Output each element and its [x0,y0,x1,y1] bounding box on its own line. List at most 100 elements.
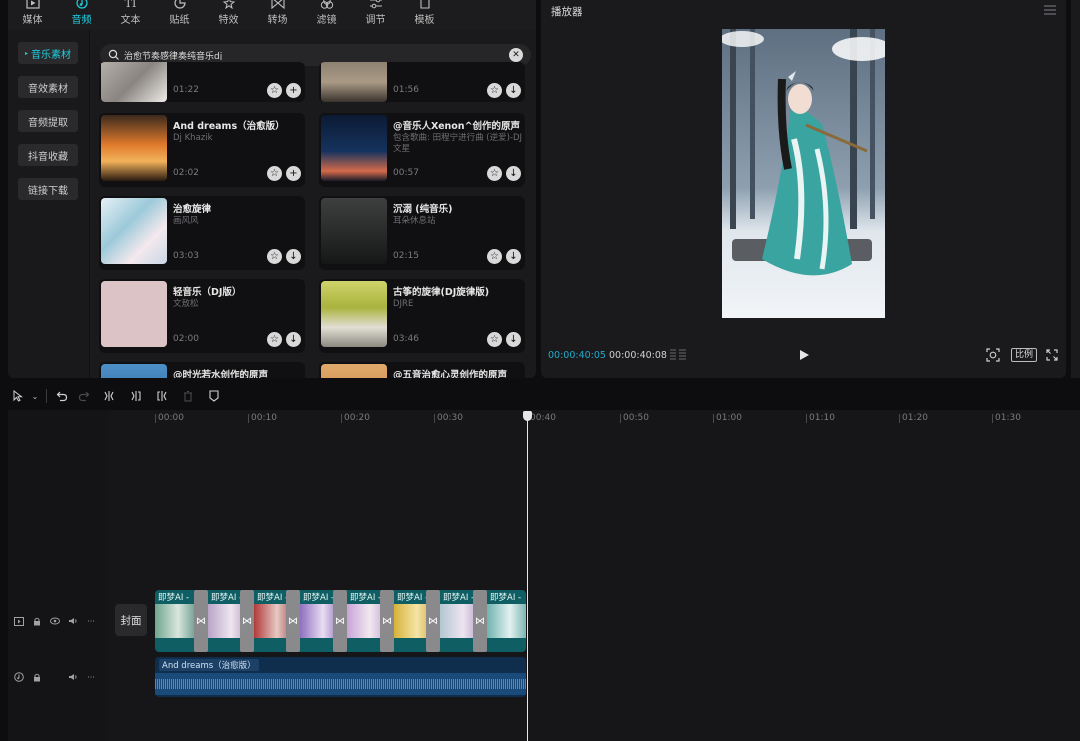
sidebar-item-sound-effects[interactable]: 音效素材 [18,76,78,98]
music-card[interactable]: 古筝的旋律(DJ旋律版) DJRE 03:46 ☆ ↓ [319,279,525,353]
music-card[interactable]: 01:22 ☆ + [99,62,305,102]
sidebar-item-music[interactable]: ▸ 音乐素材 [18,42,78,64]
favorite-icon[interactable]: ☆ [267,166,282,181]
clear-search-icon[interactable]: ✕ [509,48,523,62]
total-time: 00:00:40:08 [609,350,667,361]
music-card[interactable]: @时光若水创作的原声 [99,362,305,378]
transition-icon[interactable]: ⋈ [426,590,440,652]
sidebar-item-douyin-favorites[interactable]: 抖音收藏 [18,144,78,166]
tab-filter[interactable]: 滤镜 [302,0,351,30]
favorite-icon[interactable]: ☆ [267,249,282,264]
fit-screen-icon[interactable] [986,348,1000,362]
tab-sticker[interactable]: 贴纸 [155,0,204,30]
more-icon[interactable]: ··· [86,616,96,626]
timeline-panel[interactable]: 00:00 00:10 00:20 00:30 00:40 00:50 01:0… [8,410,1080,741]
favorite-icon[interactable]: ☆ [267,332,282,347]
music-card[interactable]: And dreams（治愈版） Dj Khazik 02:02 ☆ + [99,113,305,187]
undo-icon[interactable] [51,384,73,408]
clip-frames [487,604,526,638]
transition-icon[interactable]: ⋈ [194,590,208,652]
transition-icon[interactable]: ⋈ [333,590,347,652]
marker-icon[interactable] [201,384,227,408]
tab-label: 媒体 [22,15,43,26]
more-icon[interactable]: ··· [86,672,96,682]
audio-track[interactable]: And dreams（治愈版） [155,657,526,697]
favorite-icon[interactable]: ☆ [487,332,502,347]
redo-icon[interactable] [73,384,95,408]
download-icon[interactable]: ↓ [286,249,301,264]
sidebar-item-label: 音频提取 [28,117,68,129]
time-ruler[interactable]: 00:00 00:10 00:20 00:30 00:40 00:50 01:0… [155,410,1080,426]
music-card[interactable]: 治愈旋律 画风风 03:03 ☆ ↓ [99,196,305,270]
volume-icon[interactable] [68,616,78,626]
add-icon[interactable]: + [286,83,301,98]
search-input[interactable] [124,50,509,60]
tab-text[interactable]: TI 文本 [106,0,155,30]
tab-adjust[interactable]: 调节 [351,0,400,30]
music-title: And dreams（治愈版） [173,121,285,132]
menu-icon[interactable] [1044,5,1056,15]
music-thumbnail [101,198,167,264]
tab-media[interactable]: 媒体 [8,0,57,30]
sticker-icon [172,0,188,9]
sidebar-item-audio-extract[interactable]: 音频提取 [18,110,78,132]
chevron-down-icon[interactable]: ⌄ [28,384,42,408]
download-icon[interactable]: ↓ [506,332,521,347]
track-header-column [8,410,108,741]
music-title: @五音治愈心灵创作的原声 [393,370,508,378]
music-thumbnail [321,115,387,181]
video-track[interactable]: 即梦AI - ⋈ 即梦AI - ⋈ 即梦AI - ⋈ 即梦AI - ⋈ 即梦AI… [155,590,526,652]
video-preview[interactable] [722,29,885,318]
download-icon[interactable]: ↓ [506,166,521,181]
tick-label: 00:50 [623,413,649,423]
clip-label: 即梦AI - [443,593,475,603]
music-card[interactable]: 沉溺 (纯音乐) 耳朵休息站 02:15 ☆ ↓ [319,196,525,270]
cover-button[interactable]: 封面 [115,604,147,636]
music-card[interactable]: @五音治愈心灵创作的原声 [319,362,525,378]
playhead[interactable] [527,411,528,741]
video-clip[interactable]: 即梦AI - [487,590,526,652]
tab-effects[interactable]: 特效 [204,0,253,30]
playhead-handle[interactable] [523,411,532,421]
tab-transition[interactable]: 转场 [253,0,302,30]
music-artist: 画风风 [173,216,199,226]
sidebar-item-label: 音效素材 [28,83,68,95]
player-panel: 播放器 00:00:40:05 00:00:40:08 比例 [541,0,1066,378]
favorite-icon[interactable]: ☆ [267,83,282,98]
favorite-icon[interactable]: ☆ [487,166,502,181]
split-left-icon[interactable] [123,384,149,408]
select-tool-icon[interactable] [8,384,28,408]
transition-icon[interactable]: ⋈ [240,590,254,652]
lock-icon[interactable] [32,616,42,626]
play-icon[interactable] [797,348,811,362]
music-card[interactable]: @音乐人Xenon^创作的原声 包含歌曲: 田程宁进行曲 (逆爱)-DJ文星 0… [319,113,525,187]
music-duration: 01:22 [173,85,199,95]
timecode-grid-icon[interactable] [669,348,687,362]
transition-icon[interactable]: ⋈ [286,590,300,652]
audio-library-panel: ▸ 音乐素材 音效素材 音频提取 抖音收藏 链接下载 ✕ 01:22 ☆ + 0… [8,30,536,378]
fullscreen-icon[interactable] [1046,349,1058,361]
volume-icon[interactable] [68,672,78,682]
split-icon[interactable] [95,384,123,408]
split-right-icon[interactable] [149,384,175,408]
download-icon[interactable]: ↓ [506,249,521,264]
delete-icon[interactable] [175,384,201,408]
tab-audio[interactable]: 音频 [57,0,106,30]
favorite-icon[interactable]: ☆ [487,83,502,98]
toolbar-divider [46,389,47,403]
lock-icon[interactable] [32,672,42,682]
sidebar-item-link-download[interactable]: 链接下载 [18,178,78,200]
music-card[interactable]: 01:56 ☆ ↓ [319,62,525,102]
tick [620,414,621,423]
transition-icon[interactable]: ⋈ [380,590,394,652]
download-icon[interactable]: ↓ [286,332,301,347]
download-icon[interactable]: ↓ [506,83,521,98]
transition-icon[interactable]: ⋈ [473,590,487,652]
eye-icon[interactable] [50,616,60,626]
music-title: 轻音乐（DJ版） [173,287,242,298]
tab-template[interactable]: 模板 [400,0,449,30]
add-icon[interactable]: + [286,166,301,181]
favorite-icon[interactable]: ☆ [487,249,502,264]
music-card[interactable]: 轻音乐（DJ版） 文敖松 02:00 ☆ ↓ [99,279,305,353]
ratio-button[interactable]: 比例 [1011,348,1038,362]
